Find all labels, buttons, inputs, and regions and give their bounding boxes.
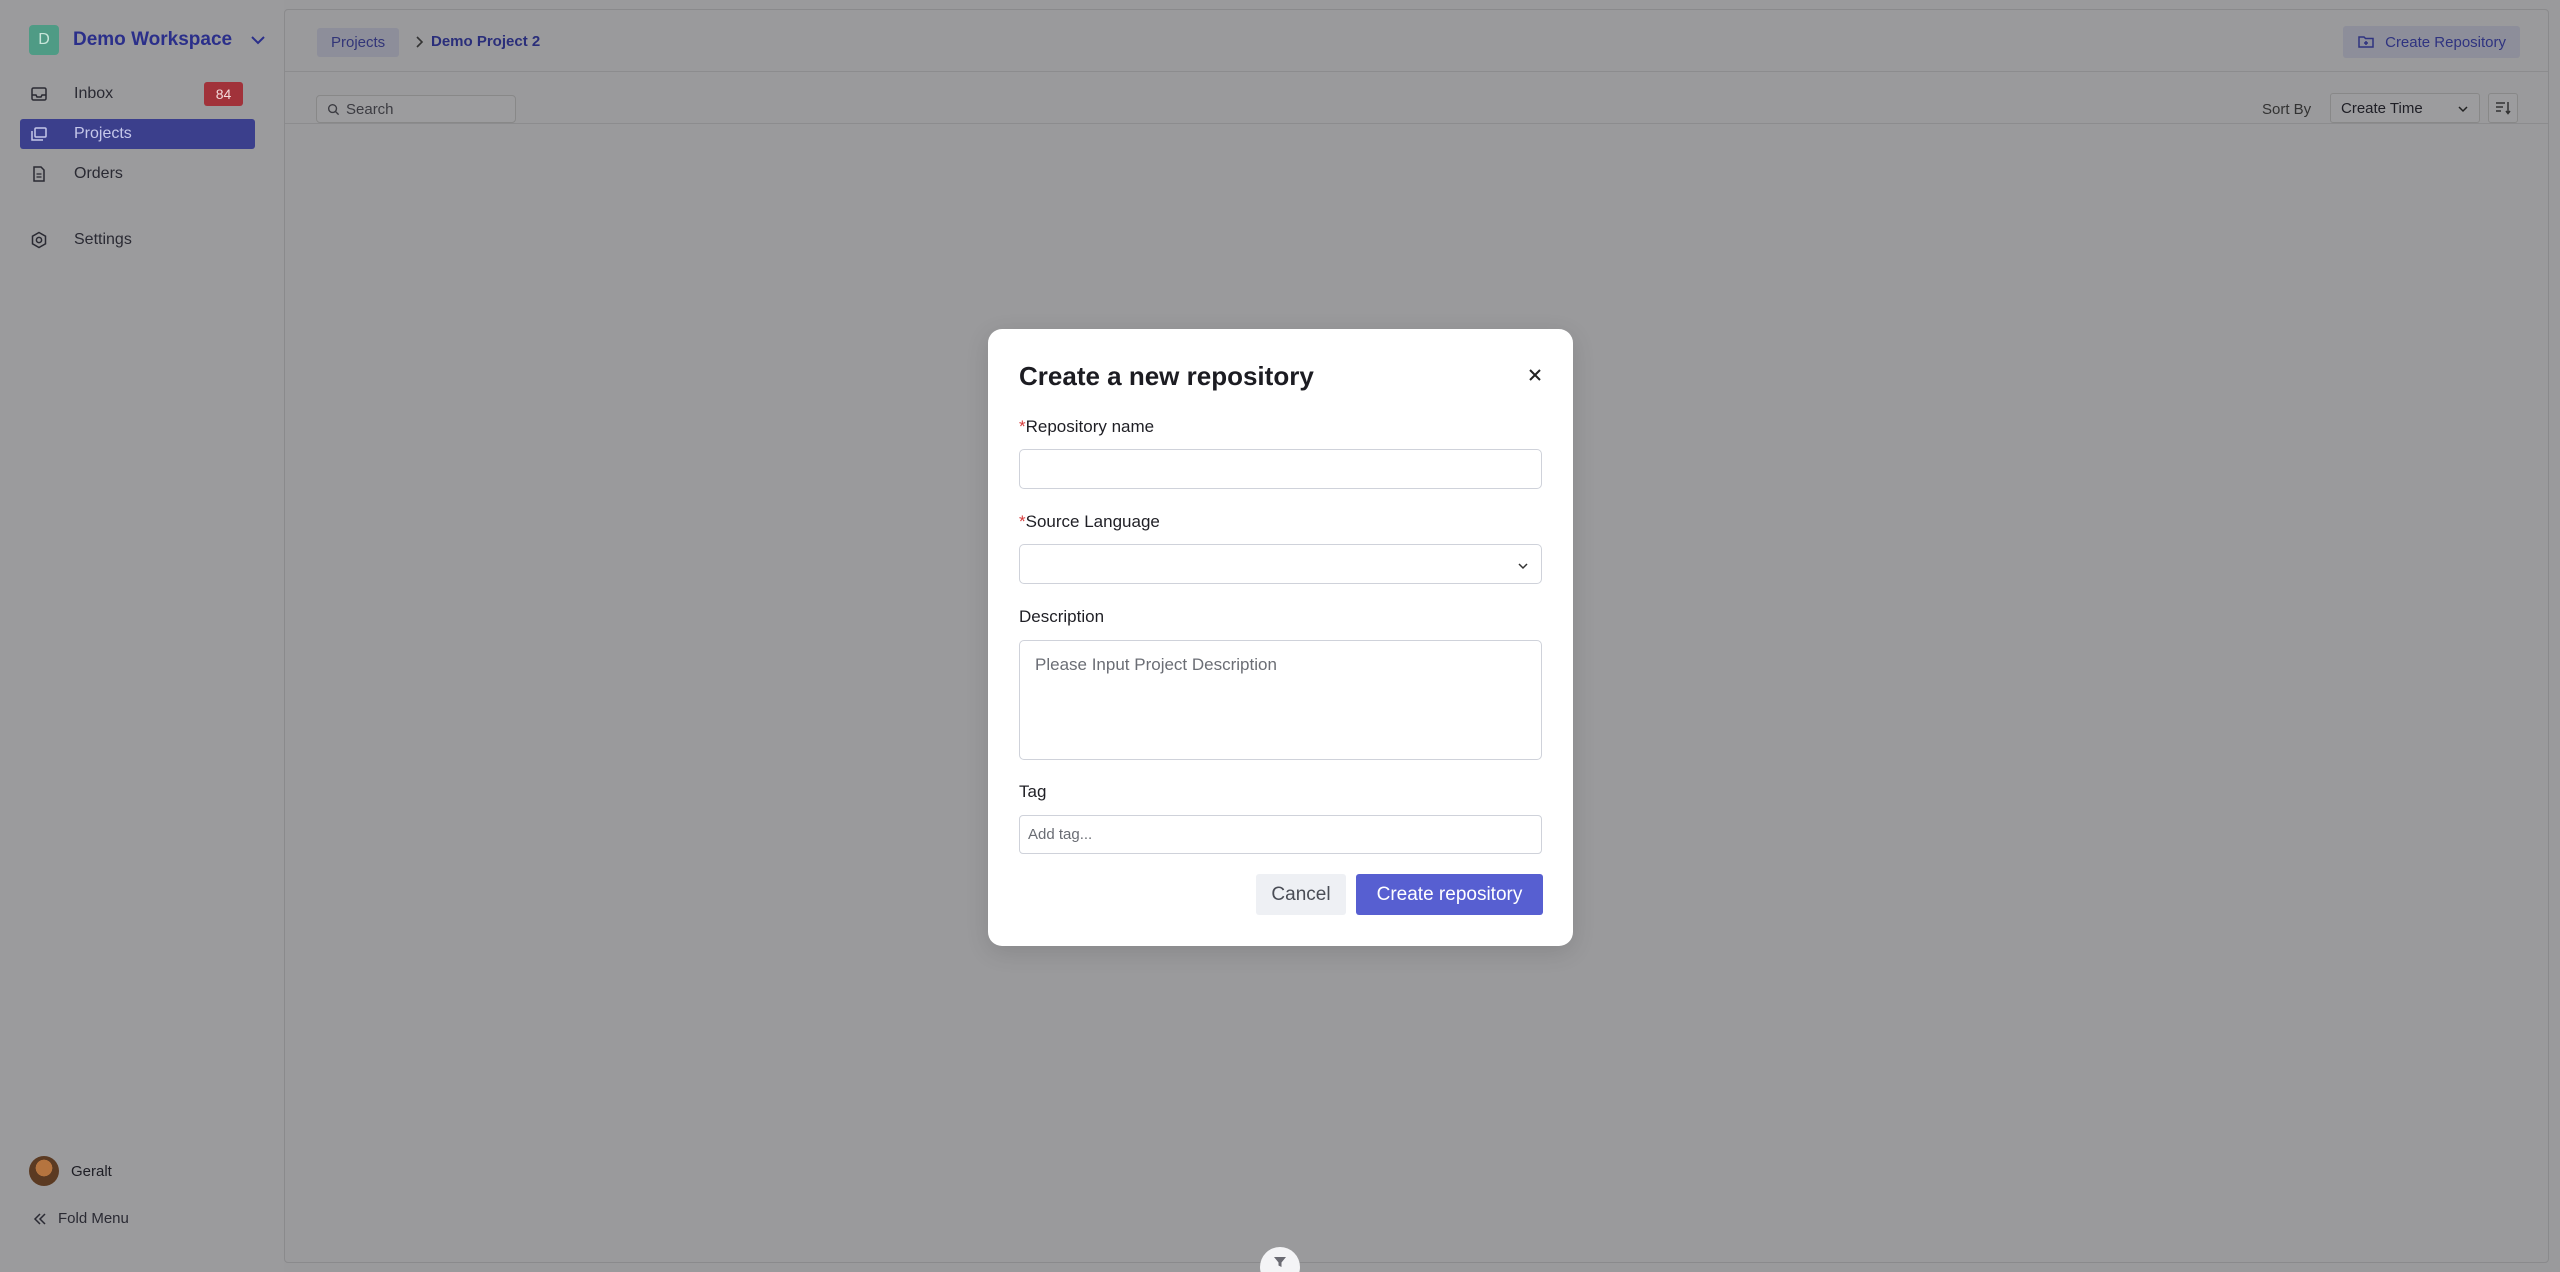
close-button[interactable] — [1525, 365, 1545, 385]
search-icon — [327, 103, 340, 115]
funnel-icon — [1274, 1257, 1286, 1267]
header-bar: Projects Demo Project 2 Create Repositor… — [285, 10, 2548, 72]
sidebar-item-label: Projects — [74, 125, 132, 142]
sidebar-item-label: Inbox — [74, 85, 114, 102]
sidebar-item-label: Settings — [74, 231, 132, 248]
workspace-logo: D — [29, 24, 59, 55]
toolbar: Sort By Create Time — [285, 72, 2548, 124]
sort-by-label: Sort By — [2262, 101, 2312, 118]
create-repository-submit-button[interactable]: Create repository — [1356, 874, 1543, 915]
breadcrumb-current: Demo Project 2 — [431, 33, 541, 50]
tag-label: Tag — [1019, 782, 1047, 801]
inbox-icon — [31, 87, 47, 101]
repository-name-label-text: Repository name — [1025, 417, 1155, 436]
sidebar-item-settings[interactable]: Settings — [20, 225, 255, 255]
double-chevron-left-icon — [33, 1212, 46, 1225]
avatar — [29, 1156, 59, 1186]
cancel-button[interactable]: Cancel — [1256, 874, 1346, 915]
sidebar-item-inbox[interactable]: Inbox 84 — [20, 79, 255, 109]
sidebar-item-orders[interactable]: Orders — [20, 159, 255, 189]
sidebar-item-label: Orders — [74, 165, 123, 182]
required-mark: * — [1019, 417, 1026, 436]
inbox-count-badge: 84 — [204, 82, 243, 106]
description-label: Description — [1019, 607, 1105, 626]
chevron-down-icon — [2458, 106, 2468, 113]
repository-name-label: *Repository name — [1019, 417, 1154, 437]
folder-plus-icon — [2358, 36, 2374, 48]
description-textarea[interactable] — [1019, 640, 1542, 760]
tag-input[interactable] — [1019, 815, 1542, 854]
sidebar-item-projects[interactable]: Projects — [20, 119, 255, 149]
sort-select[interactable]: Create Time — [2330, 93, 2480, 123]
projects-icon — [31, 127, 47, 141]
user-profile[interactable]: Geralt — [29, 1156, 112, 1186]
create-repository-dialog: Create a new repository *Repository name… — [988, 329, 1573, 946]
user-name: Geralt — [71, 1162, 112, 1180]
chevron-down-icon — [251, 35, 265, 44]
fold-menu-button[interactable]: Fold Menu — [32, 1210, 129, 1227]
chevron-right-icon — [416, 36, 424, 48]
dialog-title: Create a new repository — [1019, 361, 1314, 391]
source-language-label-text: Source Language — [1025, 512, 1160, 531]
search-box[interactable] — [316, 95, 516, 123]
sort-order-icon — [2496, 102, 2511, 115]
close-icon — [1529, 369, 1541, 381]
chevron-down-icon — [1518, 563, 1528, 570]
source-language-label: *Source Language — [1019, 512, 1160, 532]
sort-select-value: Create Time — [2341, 99, 2423, 117]
gear-icon — [31, 231, 47, 249]
required-mark: * — [1019, 512, 1026, 531]
sort-order-button[interactable] — [2488, 93, 2518, 123]
fold-menu-label: Fold Menu — [58, 1210, 129, 1227]
sidebar: D Demo Workspace Inbox 84 Projects Order… — [0, 0, 284, 1272]
create-repository-label: Create Repository — [2385, 33, 2506, 51]
breadcrumb-projects[interactable]: Projects — [317, 28, 400, 57]
document-icon — [33, 166, 45, 182]
repository-name-input[interactable] — [1019, 449, 1542, 489]
source-language-select[interactable] — [1019, 544, 1542, 584]
workspace-switcher[interactable]: D Demo Workspace — [29, 24, 268, 55]
create-repository-button[interactable]: Create Repository — [2343, 26, 2520, 58]
workspace-name: Demo Workspace — [73, 28, 233, 50]
search-input[interactable] — [346, 100, 496, 118]
